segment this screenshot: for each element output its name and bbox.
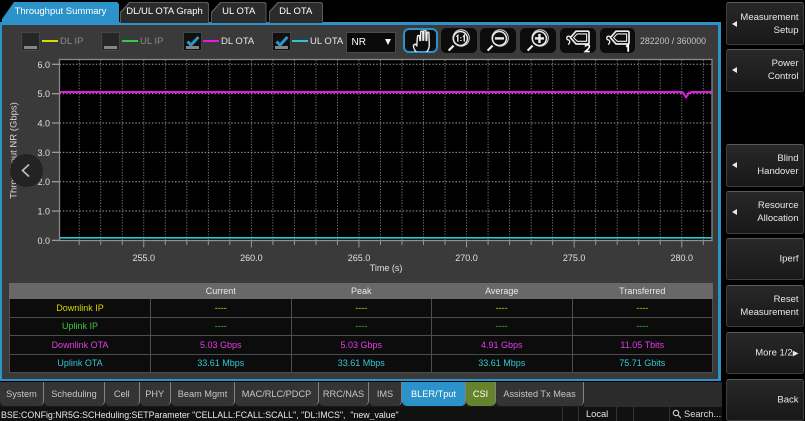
- svg-text:275.0: 275.0: [563, 253, 586, 263]
- svg-text:5.0: 5.0: [37, 89, 50, 99]
- svg-text:260.0: 260.0: [240, 253, 263, 263]
- svg-text:1.0: 1.0: [37, 207, 50, 217]
- svg-text:255.0: 255.0: [132, 253, 155, 263]
- svg-text:Time (s): Time (s): [370, 263, 403, 273]
- svg-text:280.0: 280.0: [670, 253, 693, 263]
- svg-text:270.0: 270.0: [455, 253, 478, 263]
- svg-text:0.0: 0.0: [37, 236, 50, 246]
- svg-text:4.0: 4.0: [37, 119, 50, 129]
- svg-text:6.0: 6.0: [37, 60, 50, 70]
- svg-text:3.0: 3.0: [37, 148, 50, 158]
- svg-text:265.0: 265.0: [348, 253, 371, 263]
